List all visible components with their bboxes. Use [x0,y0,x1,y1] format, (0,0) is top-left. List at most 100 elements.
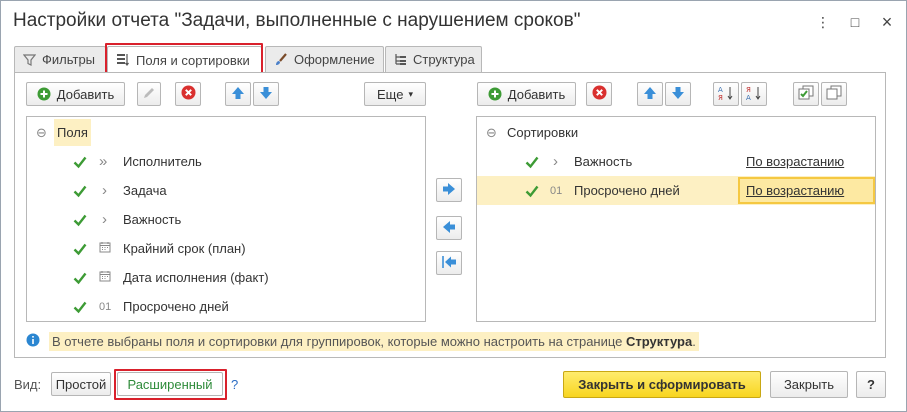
fields-delete-button[interactable] [175,82,201,106]
remove-from-sorting-button[interactable] [436,216,462,240]
tab-filters[interactable]: Фильтры [14,46,106,72]
close-and-generate-button[interactable]: Закрыть и сформировать [563,371,761,398]
fields-more-label: Еще [377,86,404,102]
plus-icon [37,87,51,101]
sort-add-label: Добавить [507,86,566,102]
view-simple-button[interactable]: Простой [51,372,111,396]
svg-text:Я: Я [718,94,723,101]
checkbox-checked-icon[interactable] [73,213,87,227]
fields-move-up-button[interactable] [225,82,251,106]
field-label: Важность [123,212,182,227]
checkbox-checked-icon[interactable] [73,271,87,285]
fields-add-label: Добавить [56,86,115,102]
maximize-icon[interactable]: □ [845,12,865,32]
field-label: Исполнитель [123,154,202,169]
chevron-right-icon: › [102,182,107,199]
more-menu-icon[interactable]: ⋮ [813,12,833,32]
view-simple-label: Простой [55,376,107,392]
sort-move-down-button[interactable] [665,82,691,106]
info-structure-word: Структура [626,334,693,349]
close-window-icon[interactable]: × [877,12,897,32]
double-arrow-left-icon [441,255,457,272]
fields-more-button[interactable]: Еще ▾ [364,82,426,106]
view-help-link[interactable]: ? [231,377,238,392]
sorting-tree[interactable]: ⊖ Сортировки › Важность По возрастанию 0… [476,116,876,322]
chevron-right-icon: › [553,153,558,170]
pencil-icon [142,86,156,103]
add-to-sorting-button[interactable] [436,178,462,202]
field-row[interactable]: 01 Просрочено дней [27,292,425,321]
chevron-down-icon: ▾ [408,88,413,99]
sort-ascending-button[interactable]: AЯ [713,82,739,106]
help-label: ? [867,377,875,392]
brush-icon [274,52,288,67]
window-title: Настройки отчета "Задачи, выполненные с … [13,10,581,31]
field-row[interactable]: Крайний срок (план) [27,234,425,263]
tab-highlight-outline [105,43,263,74]
arrow-down-icon [259,86,273,103]
svg-text:A: A [746,94,751,101]
remove-all-from-sorting-button[interactable] [436,251,462,275]
sort-delete-button[interactable] [586,82,612,106]
sorting-root-label: Сортировки [507,125,579,140]
help-button[interactable]: ? [856,371,886,398]
sorting-field-label: Важность [574,154,633,169]
arrow-up-icon [231,86,245,103]
close-button[interactable]: Закрыть [770,371,848,398]
info-text-end: . [692,334,696,349]
sort-direction-link[interactable]: По возрастанию [746,183,844,198]
sort-move-up-button[interactable] [637,82,663,106]
field-row[interactable]: » Исполнитель [27,147,425,176]
collapse-icon[interactable]: ⊖ [486,125,497,141]
delete-icon [592,85,607,103]
fields-root-label: Поля [54,119,91,146]
fields-tree[interactable]: ⊖ Поля » Исполнитель › Задача › Важность… [26,116,426,322]
info-text: В отчете выбраны поля и сортировки для г… [52,334,627,349]
checkbox-checked-icon[interactable] [73,184,87,198]
fields-add-button[interactable]: Добавить [26,82,125,106]
uncheck-all-button[interactable] [821,82,847,106]
checkbox-checked-icon[interactable] [525,155,539,169]
checkbox-checked-icon[interactable] [73,155,87,169]
chevron-right-icon: › [102,211,107,228]
tab-structure[interactable]: Структура [385,46,482,72]
arrow-left-icon [442,220,456,237]
sort-add-button[interactable]: Добавить [477,82,576,106]
calendar-icon [99,270,111,285]
field-label: Просрочено дней [123,299,229,314]
info-bar: В отчете выбраны поля и сортировки для г… [26,332,699,351]
arrow-down-icon [671,86,685,103]
fields-move-down-button[interactable] [253,82,279,106]
checkbox-checked-icon[interactable] [73,300,87,314]
checkbox-checked-icon[interactable] [73,242,87,256]
collapse-icon[interactable]: ⊖ [36,125,47,141]
settings-window: Настройки отчета "Задачи, выполненные с … [0,0,907,412]
check-all-button[interactable] [793,82,819,106]
info-icon [26,333,40,350]
sorting-row[interactable]: › Важность По возрастанию [477,147,875,176]
field-label: Задача [123,183,167,198]
fields-root-row[interactable]: ⊖ Поля [27,118,425,147]
sorting-row-selected[interactable]: 01 Просрочено дней По возрастанию [477,176,875,205]
sort-descending-button[interactable]: ЯA [741,82,767,106]
field-row[interactable]: Дата исполнения (факт) [27,263,425,292]
field-row[interactable]: › Важность [27,205,425,234]
field-label: Дата исполнения (факт) [123,270,269,285]
close-label: Закрыть [783,377,835,392]
field-row[interactable]: › Задача [27,176,425,205]
checkbox-checked-icon[interactable] [525,184,539,198]
sort-direction-link[interactable]: По возрастанию [746,154,844,169]
plus-icon [488,87,502,101]
tab-appearance[interactable]: Оформление [265,46,384,72]
arrow-up-icon [643,86,657,103]
tab-appearance-label: Оформление [294,52,375,67]
view-label: Вид: [14,377,42,392]
arrow-right-icon [442,182,456,199]
check-all-icon [798,85,814,103]
view-extended-outline [114,369,227,400]
fields-edit-button[interactable] [137,82,161,106]
sorting-root-row[interactable]: ⊖ Сортировки [477,118,875,147]
tab-content-panel: Добавить Еще ▾ ⊖ Поля » Исполнитель › За… [14,72,886,358]
sort-ascending-icon: AЯ [718,85,734,104]
sorting-field-label: Просрочено дней [574,183,680,198]
